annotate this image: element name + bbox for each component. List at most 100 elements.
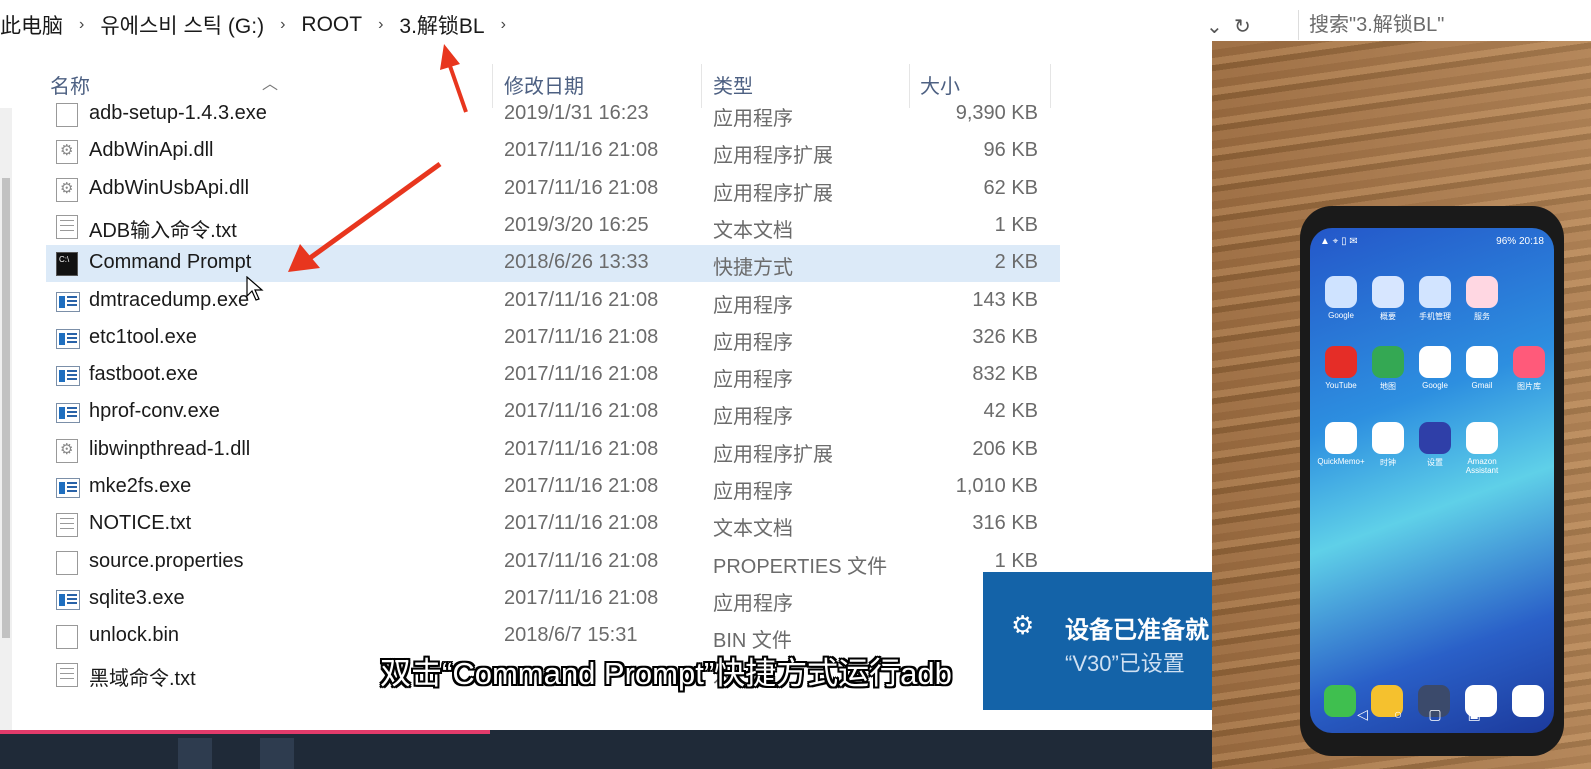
application-icon: [56, 589, 80, 610]
taskbar-item[interactable]: [178, 738, 212, 769]
file-size: 42 KB: [983, 400, 1038, 423]
column-type[interactable]: 类型: [713, 70, 753, 99]
app-label: Amazon Assistant: [1465, 457, 1499, 475]
phone-app[interactable]: Google: [1410, 346, 1460, 390]
file-size: 326 KB: [972, 325, 1038, 348]
file-row[interactable]: sqlite3.exe2017/11/16 21:08应用程序7: [46, 581, 1060, 618]
file-row[interactable]: etc1tool.exe 2017/11/16 21:08 应用程序 326 KB: [46, 320, 1060, 357]
vertical-scrollbar[interactable]: [0, 108, 12, 738]
file-name: Command Prompt: [89, 251, 252, 274]
chevron-right-icon[interactable]: ›: [378, 16, 383, 34]
file-date: 2017/11/16 21:08: [504, 325, 659, 348]
chevron-right-icon[interactable]: ›: [501, 16, 506, 34]
phone-app[interactable]: 时钟: [1363, 422, 1413, 468]
phone-app[interactable]: Google: [1316, 276, 1366, 320]
column-size[interactable]: 大小: [920, 70, 960, 99]
app-label: 手机管理: [1419, 312, 1451, 321]
app-icon: [1419, 276, 1451, 308]
phone-device: ▲ ⌖ ▯ ✉ 96% 20:18 Google 概要 手机管理 服务 YouTube 地…: [1300, 206, 1564, 756]
file-row[interactable]: fastboot.exe 2017/11/16 21:08 应用程序 832 KB: [46, 357, 1060, 394]
file-icon: [56, 550, 78, 575]
file-date: 2017/11/16 21:08: [504, 586, 659, 609]
video-progress-bar[interactable]: [0, 730, 490, 734]
file-size: 316 KB: [972, 512, 1038, 535]
file-name: dmtracedump.exe: [89, 288, 250, 311]
file-date: 2017/11/16 21:08: [504, 176, 659, 199]
phone-status-bar: ▲ ⌖ ▯ ✉ 96% 20:18: [1320, 236, 1544, 247]
file-row[interactable]: NOTICE.txt 2017/11/16 21:08 文本文档 316 KB: [46, 506, 1060, 543]
file-size: 1 KB: [994, 213, 1038, 236]
file-row[interactable]: adb-setup-1.4.3.exe 2019/1/31 16:23 应用程序 9,…: [46, 96, 1060, 133]
file-date: 2017/11/16 21:08: [504, 475, 659, 497]
breadcrumb-root[interactable]: ROOT: [301, 13, 362, 37]
refresh-icon[interactable]: ↻: [1234, 14, 1251, 39]
phone-app[interactable]: 服务: [1457, 276, 1507, 322]
file-name: AdbWinUsbApi.dll: [89, 176, 250, 199]
phone-app[interactable]: Amazon Assistant: [1457, 422, 1507, 475]
command-prompt-icon: [56, 252, 78, 277]
sort-ascending-icon[interactable]: ︿: [262, 70, 278, 94]
scrollbar-thumb[interactable]: [2, 178, 10, 638]
file-date: 2017/11/16 21:08: [504, 139, 659, 162]
file-name: sqlite3.exe: [89, 586, 185, 609]
phone-app[interactable]: YouTube: [1316, 346, 1366, 390]
app-icon: [1466, 346, 1498, 378]
file-name: etc1tool.exe: [89, 325, 197, 348]
app-icon: [1419, 346, 1451, 378]
file-type: 应用程序: [713, 481, 793, 503]
file-date: 2017/11/16 21:08: [504, 400, 659, 423]
file-row[interactable]: hprof-conv.exe 2017/11/16 21:08 应用程序 42 KB: [46, 394, 1060, 431]
phone-app[interactable]: QuickMemo+: [1316, 422, 1366, 466]
phone-app[interactable]: 图片库: [1504, 346, 1554, 392]
taskbar-item[interactable]: [260, 738, 294, 769]
search-input[interactable]: 搜索"3.解锁BL": [1298, 10, 1591, 40]
app-icon: [1325, 346, 1357, 378]
file-date: 2017/11/16 21:08: [504, 288, 659, 311]
phone-app[interactable]: Gmail: [1457, 346, 1507, 390]
file-size: 1 KB: [994, 549, 1038, 572]
file-name: hprof-conv.exe: [89, 400, 220, 423]
chevron-right-icon[interactable]: ›: [79, 16, 84, 34]
file-row[interactable]: ADB输入命令.txt 2019/3/20 16:25 文本文档 1 KB: [46, 208, 1060, 245]
file-date: 2017/11/16 21:08: [504, 363, 659, 386]
phone-app[interactable]: 地图: [1363, 346, 1413, 392]
file-type: 应用程序扩展: [713, 443, 833, 466]
file-row[interactable]: dmtracedump.exe 2017/11/16 21:08 应用程序 143 K…: [46, 283, 1060, 320]
app-icon: [1372, 276, 1404, 308]
app-icon: [1513, 346, 1545, 378]
file-icon: [56, 103, 78, 127]
column-date[interactable]: 修改日期: [504, 70, 584, 99]
video-subtitle: 双击“Command Prompt”快捷方式运行adb: [380, 656, 952, 691]
file-size: 96 KB: [983, 139, 1038, 162]
phone-app[interactable]: 概要: [1363, 276, 1413, 322]
file-name: AdbWinApi.dll: [89, 139, 214, 162]
breadcrumb-this-pc[interactable]: 此电脑: [0, 10, 63, 40]
application-icon: [56, 478, 80, 498]
breadcrumb-current-folder[interactable]: 3.解锁BL: [399, 10, 484, 40]
file-row[interactable]: mke2fs.exe 2017/11/16 21:08 应用程序 1,010 KB: [46, 469, 1060, 506]
phone-app[interactable]: 设置: [1410, 422, 1460, 468]
breadcrumb-usb-drive[interactable]: 유에스비 스틱 (G:): [100, 10, 264, 40]
file-date: 2019/1/31 16:23: [504, 102, 649, 124]
notification-toast[interactable]: ⚙ 设备已准备就 “V30”已设置: [983, 572, 1213, 710]
file-date: 2017/11/16 21:08: [504, 549, 659, 572]
notification-body: “V30”已设置: [1065, 651, 1185, 676]
column-name[interactable]: 名称: [50, 70, 90, 99]
breadcrumb[interactable]: 此电脑 › 유에스비 스틱 (G:) › ROOT › 3.解锁BL ›: [0, 10, 522, 40]
app-label: 时钟: [1380, 458, 1396, 467]
file-size: 2 KB: [994, 251, 1038, 274]
dll-file-icon: [56, 140, 78, 165]
phone-app[interactable]: 手机管理: [1410, 276, 1460, 322]
file-type: 应用程序扩展: [713, 182, 833, 205]
file-row[interactable]: source.properties 2017/11/16 21:08 PROPERT…: [46, 544, 1060, 581]
file-row[interactable]: libwinpthread-1.dll 2017/11/16 21:08 应用程序扩…: [46, 432, 1060, 469]
file-row[interactable]: AdbWinApi.dll 2017/11/16 21:08 应用程序扩展 96 KB: [46, 133, 1060, 170]
application-icon: [56, 366, 80, 387]
file-row[interactable]: Command Prompt 2018/6/26 13:33 快捷方式 2 KB: [46, 245, 1060, 283]
file-row[interactable]: AdbWinUsbApi.dll 2017/11/16 21:08 应用程序扩展 62…: [46, 171, 1060, 208]
file-size: 832 KB: [972, 363, 1038, 386]
app-icon: [1466, 422, 1498, 454]
chevron-right-icon[interactable]: ›: [280, 16, 285, 34]
application-icon: [56, 291, 80, 312]
chevron-down-icon[interactable]: ⌄: [1206, 14, 1223, 39]
